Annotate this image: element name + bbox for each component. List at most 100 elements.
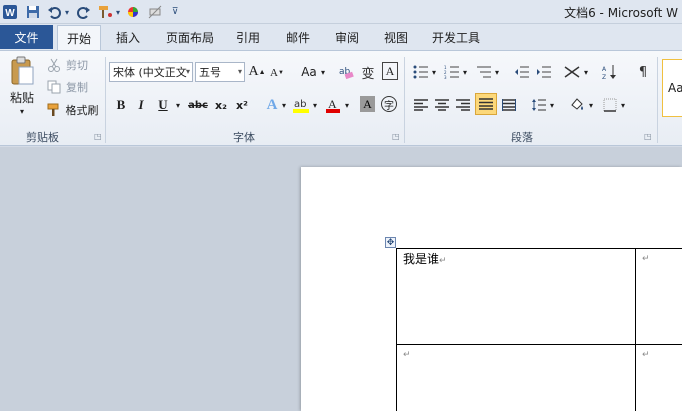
character-border-icon[interactable]: A: [382, 62, 398, 80]
style-gallery-item[interactable]: Aa: [662, 59, 682, 117]
font-color-dropdown-icon[interactable]: ▾: [343, 99, 351, 111]
save-icon[interactable]: [24, 3, 42, 21]
strikethrough-button[interactable]: abc: [188, 95, 208, 115]
grow-font-button[interactable]: A ▲: [248, 62, 265, 82]
svg-text:A: A: [602, 66, 607, 73]
highlight-icon[interactable]: ab: [292, 95, 310, 115]
underline-button[interactable]: U: [156, 95, 170, 115]
character-shading-icon[interactable]: A: [360, 96, 375, 112]
multilevel-list-icon[interactable]: [475, 62, 493, 82]
tab-page-layout[interactable]: 页面布局: [166, 29, 214, 47]
format-painter-button[interactable]: 格式刷: [63, 102, 101, 118]
font-launcher-icon[interactable]: ◳: [392, 132, 400, 141]
bullets-dropdown-icon[interactable]: ▾: [430, 66, 438, 78]
document-workspace[interactable]: ✥ 我是谁↵ ↵ ↵ ↵: [0, 147, 682, 411]
eraser-icon[interactable]: [147, 3, 163, 21]
group-divider: [105, 57, 106, 143]
chinese-layout-icon[interactable]: [562, 62, 582, 82]
redo-icon[interactable]: [76, 3, 92, 21]
format-painter-icon[interactable]: [46, 102, 62, 118]
italic-button[interactable]: I: [134, 95, 148, 115]
shading-dropdown-icon[interactable]: ▾: [587, 99, 595, 111]
cut-icon[interactable]: [46, 57, 62, 73]
tab-review[interactable]: 审阅: [335, 29, 359, 47]
font-color-icon[interactable]: A: [325, 95, 341, 115]
tab-file[interactable]: 文件: [0, 25, 53, 49]
table-cell[interactable]: ↵: [636, 249, 682, 345]
clipboard-launcher-icon[interactable]: ◳: [94, 132, 102, 141]
superscript-button[interactable]: x²: [234, 95, 250, 115]
svg-text:A: A: [328, 97, 337, 111]
font-name-combo[interactable]: 宋体 (中文正文 ▾: [109, 62, 193, 82]
tab-home[interactable]: 开始: [57, 25, 101, 51]
font-group-label: 字体: [233, 131, 255, 144]
highlight-dropdown-icon[interactable]: ▾: [311, 99, 319, 111]
cell-text[interactable]: ↵: [642, 346, 650, 360]
document-table[interactable]: 我是谁↵ ↵ ↵ ↵: [396, 248, 682, 411]
numbering-icon[interactable]: 123: [443, 62, 461, 82]
sort-icon[interactable]: AZ: [601, 62, 619, 82]
line-spacing-dropdown-icon[interactable]: ▾: [548, 99, 556, 111]
text-effects-dropdown-icon[interactable]: ▾: [280, 99, 288, 111]
distributed-align-icon[interactable]: [500, 95, 518, 115]
undo-icon[interactable]: [46, 3, 62, 21]
multilevel-dropdown-icon[interactable]: ▾: [493, 66, 501, 78]
chinese-layout-dropdown-icon[interactable]: ▾: [582, 66, 590, 78]
table-move-handle-icon[interactable]: ✥: [385, 237, 396, 248]
change-case-button[interactable]: Aa: [298, 62, 320, 82]
undo-dropdown-icon[interactable]: ▾: [63, 3, 71, 21]
phonetic-guide-icon[interactable]: 变: [359, 62, 377, 82]
borders-icon[interactable]: [601, 95, 619, 115]
underline-dropdown-icon[interactable]: ▾: [174, 99, 182, 111]
tab-mailings[interactable]: 邮件: [286, 29, 310, 47]
align-left-icon[interactable]: [412, 95, 430, 115]
copy-icon[interactable]: [46, 79, 62, 95]
table-cell[interactable]: ↵: [636, 345, 682, 411]
tab-insert[interactable]: 插入: [116, 29, 140, 47]
shading-icon[interactable]: [568, 95, 586, 115]
borders-dropdown-icon[interactable]: ▾: [619, 99, 627, 111]
document-page[interactable]: ✥ 我是谁↵ ↵ ↵ ↵: [301, 167, 682, 411]
shrink-font-button[interactable]: A ▼: [270, 64, 284, 82]
cell-text[interactable]: 我是谁↵: [403, 250, 447, 267]
cut-button[interactable]: 剪切: [64, 57, 90, 73]
word-logo-icon[interactable]: W: [2, 3, 18, 21]
format-painter-qa-icon[interactable]: [96, 3, 114, 21]
justify-button[interactable]: [475, 93, 497, 115]
svg-text:ab: ab: [294, 99, 306, 110]
align-center-icon[interactable]: [433, 95, 451, 115]
show-marks-icon[interactable]: ¶: [635, 62, 651, 82]
tab-view[interactable]: 视图: [384, 29, 408, 47]
paragraph-launcher-icon[interactable]: ◳: [644, 132, 652, 141]
cell-content: 我是谁: [403, 252, 440, 266]
paste-dropdown-icon[interactable]: ▾: [16, 106, 28, 116]
text-effects-icon[interactable]: A: [264, 95, 280, 115]
paste-button[interactable]: 粘贴: [8, 89, 36, 105]
increase-indent-icon[interactable]: [535, 62, 553, 82]
clear-format-icon[interactable]: ab: [337, 62, 355, 82]
line-spacing-icon[interactable]: [530, 95, 548, 115]
dropdown-icon[interactable]: ▾: [114, 3, 122, 21]
copy-button[interactable]: 复制: [64, 79, 90, 95]
align-right-icon[interactable]: [454, 95, 472, 115]
enclose-characters-icon[interactable]: 字: [381, 96, 397, 112]
numbering-dropdown-icon[interactable]: ▾: [461, 66, 469, 78]
cell-text[interactable]: ↵: [642, 250, 650, 264]
decrease-indent-icon[interactable]: [513, 62, 531, 82]
font-size-combo[interactable]: 五号 ▾: [195, 62, 245, 82]
change-case-dropdown-icon[interactable]: ▾: [319, 66, 327, 78]
color-wheel-icon[interactable]: [126, 3, 140, 21]
bullets-icon[interactable]: [412, 62, 430, 82]
subscript-button[interactable]: x₂: [213, 95, 229, 115]
paste-icon[interactable]: [8, 55, 36, 87]
font-size-dropdown-icon[interactable]: ▾: [238, 67, 242, 76]
bold-button[interactable]: B: [113, 95, 129, 115]
window-title: 文档6 - Microsoft W: [564, 6, 678, 20]
table-cell[interactable]: ↵: [397, 345, 636, 411]
tab-developer[interactable]: 开发工具: [432, 29, 480, 47]
customize-dropdown-icon[interactable]: ⊽: [170, 3, 180, 21]
cell-text[interactable]: ↵: [403, 346, 411, 360]
table-cell[interactable]: 我是谁↵: [397, 249, 636, 345]
font-name-dropdown-icon[interactable]: ▾: [186, 67, 190, 76]
tab-references[interactable]: 引用: [236, 29, 260, 47]
